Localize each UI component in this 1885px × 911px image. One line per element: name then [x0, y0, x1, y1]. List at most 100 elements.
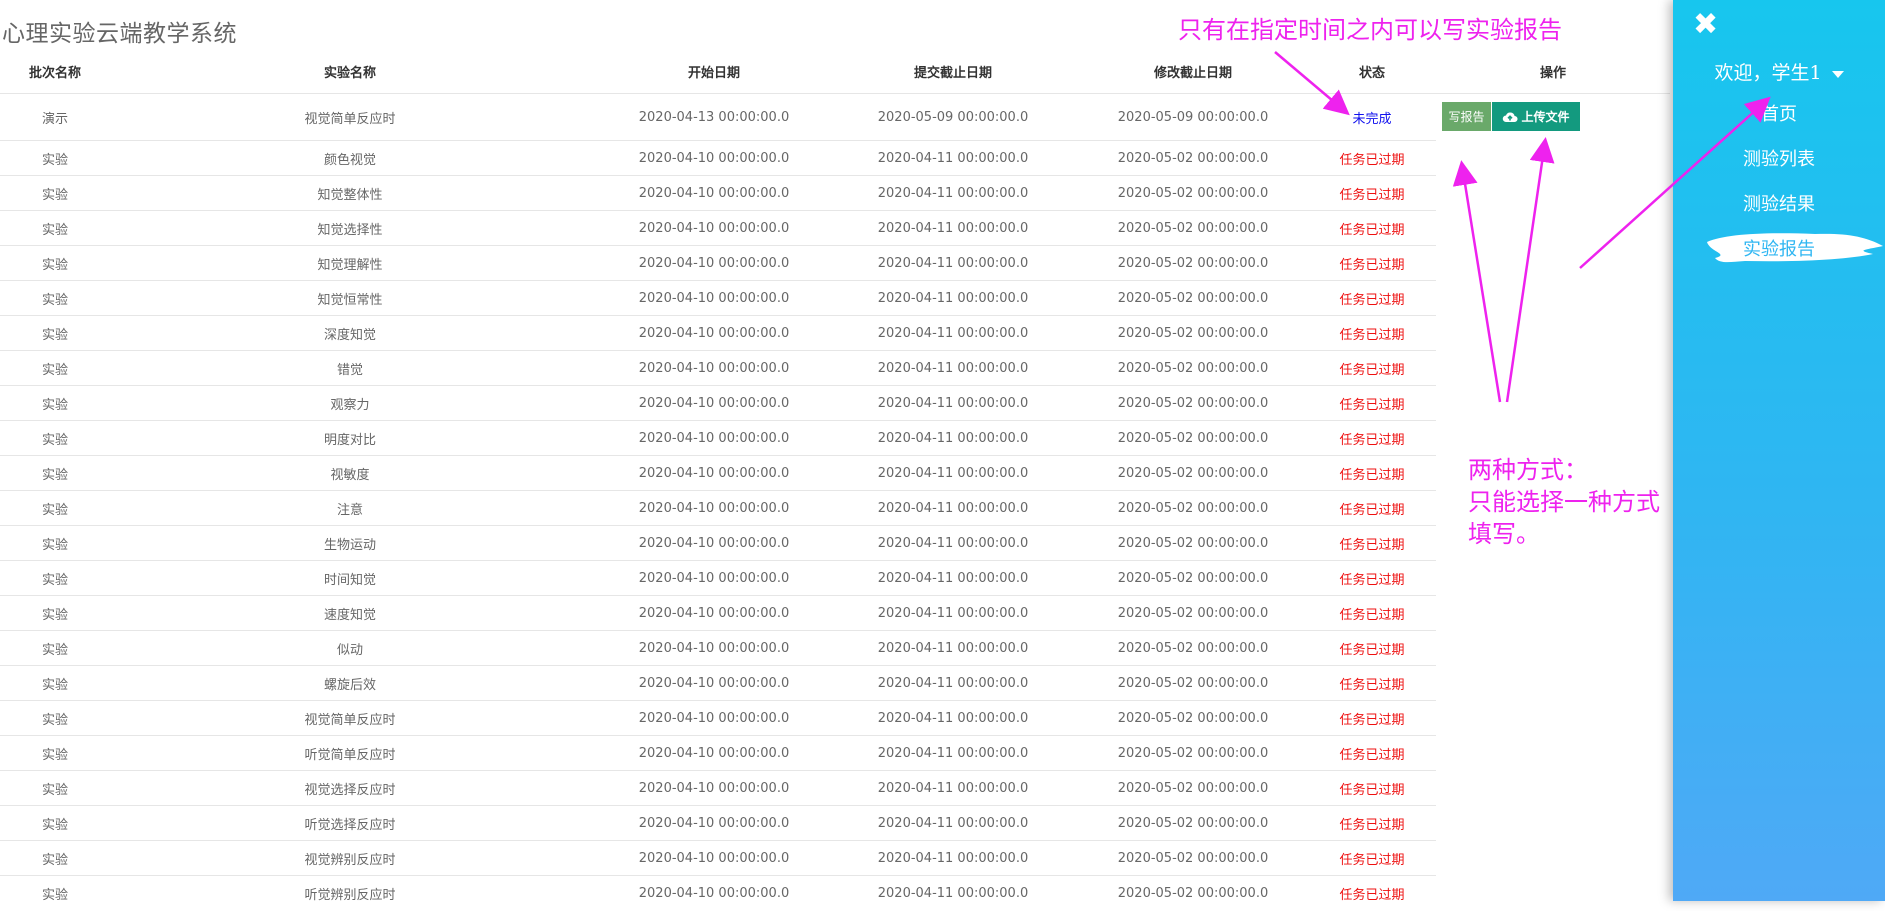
cell-start: 2020-04-10 00:00:00.0 — [638, 501, 790, 516]
cell-name: 错觉 — [336, 363, 363, 378]
cell-submit-deadline: 2020-04-11 00:00:00.0 — [877, 361, 1029, 376]
cell-name: 颜色视觉 — [323, 153, 376, 168]
cell-modify-deadline: 2020-05-02 00:00:00.0 — [1117, 746, 1269, 761]
cell-batch: 实验 — [41, 573, 68, 588]
cell-modify-deadline: 2020-05-02 00:00:00.0 — [1117, 571, 1269, 586]
experiment-table: 批次名称 实验名称 开始日期 提交截止日期 修改截止日期 状态 操作 演示 视觉… — [0, 0, 1670, 903]
cell-batch: 实验 — [41, 783, 68, 798]
cell-modify-deadline: 2020-05-02 00:00:00.0 — [1117, 816, 1269, 831]
table-row: 实验 速度知觉 2020-04-10 00:00:00.0 2020-04-11 00… — [0, 595, 1436, 631]
cell-modify-deadline: 2020-05-02 00:00:00.0 — [1117, 501, 1269, 516]
cell-start: 2020-04-10 00:00:00.0 — [638, 886, 790, 901]
table-row: 实验 螺旋后效 2020-04-10 00:00:00.0 2020-04-11 00… — [0, 665, 1436, 701]
status-badge: 任务已过期 — [1339, 783, 1405, 798]
cell-modify-deadline: 2020-05-02 00:00:00.0 — [1117, 326, 1269, 341]
cell-name: 知觉整体性 — [317, 188, 383, 203]
header-action: 操作 — [1539, 66, 1566, 81]
cell-batch: 实验 — [41, 188, 68, 203]
status-badge: 任务已过期 — [1339, 608, 1405, 623]
cell-name: 速度知觉 — [323, 608, 376, 623]
cell-submit-deadline: 2020-04-11 00:00:00.0 — [877, 816, 1029, 831]
upload-file-button[interactable]: 上传文件 — [1492, 102, 1580, 131]
nav-test-list[interactable]: 测验列表 — [1673, 145, 1885, 171]
cell-start: 2020-04-10 00:00:00.0 — [638, 641, 790, 656]
status-badge: 任务已过期 — [1339, 363, 1405, 378]
cell-modify-deadline: 2020-05-02 00:00:00.0 — [1117, 396, 1269, 411]
cell-batch: 实验 — [41, 223, 68, 238]
cell-name: 明度对比 — [323, 433, 376, 448]
status-badge: 任务已过期 — [1339, 503, 1405, 518]
cell-start: 2020-04-10 00:00:00.0 — [638, 571, 790, 586]
cell-name: 视觉简单反应时 — [304, 713, 396, 728]
table-row: 实验 听觉辨别反应时 2020-04-10 00:00:00.0 2020-04-11… — [0, 875, 1436, 911]
table-row: 实验 错觉 2020-04-10 00:00:00.0 2020-04-11 00:0… — [0, 350, 1436, 386]
cell-submit-deadline: 2020-04-11 00:00:00.0 — [877, 186, 1029, 201]
close-icon[interactable]: ✖ — [1693, 10, 1719, 40]
write-report-button[interactable]: 写报告 — [1442, 102, 1491, 131]
status-badge: 任务已过期 — [1339, 888, 1405, 903]
cell-start: 2020-04-10 00:00:00.0 — [638, 361, 790, 376]
cell-start: 2020-04-10 00:00:00.0 — [638, 326, 790, 341]
cell-name: 注意 — [336, 503, 363, 518]
cell-batch: 实验 — [41, 363, 68, 378]
nav-experiment-report[interactable]: 实验报告 — [1673, 235, 1885, 261]
table-row: 实验 知觉选择性 2020-04-10 00:00:00.0 2020-04-11 0… — [0, 210, 1436, 246]
write-report-label: 写报告 — [1448, 110, 1485, 124]
cell-submit-deadline: 2020-04-11 00:00:00.0 — [877, 396, 1029, 411]
status-badge: 任务已过期 — [1339, 853, 1405, 868]
status-badge: 任务已过期 — [1339, 818, 1405, 833]
status-badge: 任务已过期 — [1339, 398, 1405, 413]
cell-modify-deadline: 2020-05-02 00:00:00.0 — [1117, 886, 1269, 901]
cell-start: 2020-04-10 00:00:00.0 — [638, 851, 790, 866]
cell-modify-deadline: 2020-05-02 00:00:00.0 — [1117, 466, 1269, 481]
cell-start: 2020-04-13 00:00:00.0 — [638, 109, 790, 125]
table-row: 实验 视觉简单反应时 2020-04-10 00:00:00.0 2020-04-11… — [0, 700, 1436, 736]
cloud-upload-icon — [1503, 112, 1519, 122]
status-badge: 任务已过期 — [1339, 153, 1405, 168]
cell-batch: 实验 — [41, 468, 68, 483]
cell-submit-deadline: 2020-04-11 00:00:00.0 — [877, 711, 1029, 726]
cell-modify-deadline: 2020-05-02 00:00:00.0 — [1117, 536, 1269, 551]
cell-modify-deadline: 2020-05-02 00:00:00.0 — [1117, 711, 1269, 726]
cell-name: 视觉辨别反应时 — [304, 853, 396, 868]
cell-start: 2020-04-10 00:00:00.0 — [638, 606, 790, 621]
cell-name: 深度知觉 — [323, 328, 376, 343]
cell-name: 视觉简单反应时 — [304, 111, 396, 127]
cell-name: 似动 — [336, 643, 363, 658]
cell-submit-deadline: 2020-04-11 00:00:00.0 — [877, 221, 1029, 236]
cell-batch: 实验 — [41, 433, 68, 448]
table-row: 实验 视觉选择反应时 2020-04-10 00:00:00.0 2020-04-11… — [0, 770, 1436, 806]
cell-modify-deadline: 2020-05-02 00:00:00.0 — [1117, 851, 1269, 866]
cell-batch: 演示 — [41, 111, 68, 127]
cell-batch: 实验 — [41, 293, 68, 308]
cell-submit-deadline: 2020-04-11 00:00:00.0 — [877, 676, 1029, 691]
cell-modify-deadline: 2020-05-02 00:00:00.0 — [1117, 221, 1269, 236]
status-badge: 任务已过期 — [1339, 643, 1405, 658]
table-row: 实验 知觉整体性 2020-04-10 00:00:00.0 2020-04-11 0… — [0, 175, 1436, 211]
nav-home[interactable]: 首页 — [1673, 100, 1885, 126]
cell-batch: 实验 — [41, 503, 68, 518]
status-badge: 任务已过期 — [1339, 258, 1405, 273]
cell-submit-deadline: 2020-04-11 00:00:00.0 — [877, 291, 1029, 306]
cell-submit-deadline: 2020-05-09 00:00:00.0 — [877, 109, 1029, 125]
status-badge: 任务已过期 — [1339, 433, 1405, 448]
user-menu[interactable]: 欢迎，学生1 — [1673, 58, 1885, 85]
cell-modify-deadline: 2020-05-02 00:00:00.0 — [1117, 186, 1269, 201]
cell-batch: 实验 — [41, 538, 68, 553]
cell-submit-deadline: 2020-04-11 00:00:00.0 — [877, 466, 1029, 481]
cell-batch: 实验 — [41, 853, 68, 868]
table-row: 实验 听觉简单反应时 2020-04-10 00:00:00.0 2020-04-11… — [0, 735, 1436, 771]
table-row: 实验 颜色视觉 2020-04-10 00:00:00.0 2020-04-11 00… — [0, 140, 1436, 176]
nav-test-results[interactable]: 测验结果 — [1673, 190, 1885, 216]
cell-submit-deadline: 2020-04-11 00:00:00.0 — [877, 431, 1029, 446]
cell-name: 听觉选择反应时 — [304, 818, 396, 833]
cell-batch: 实验 — [41, 258, 68, 273]
cell-start: 2020-04-10 00:00:00.0 — [638, 536, 790, 551]
header-status: 状态 — [1358, 66, 1385, 81]
table-row: 实验 视敏度 2020-04-10 00:00:00.0 2020-04-11 00:… — [0, 455, 1436, 491]
cell-modify-deadline: 2020-05-09 00:00:00.0 — [1117, 109, 1269, 125]
table-row: 实验 视觉辨别反应时 2020-04-10 00:00:00.0 2020-04-11… — [0, 840, 1436, 876]
cell-submit-deadline: 2020-04-11 00:00:00.0 — [877, 501, 1029, 516]
cell-modify-deadline: 2020-05-02 00:00:00.0 — [1117, 361, 1269, 376]
cell-start: 2020-04-10 00:00:00.0 — [638, 746, 790, 761]
